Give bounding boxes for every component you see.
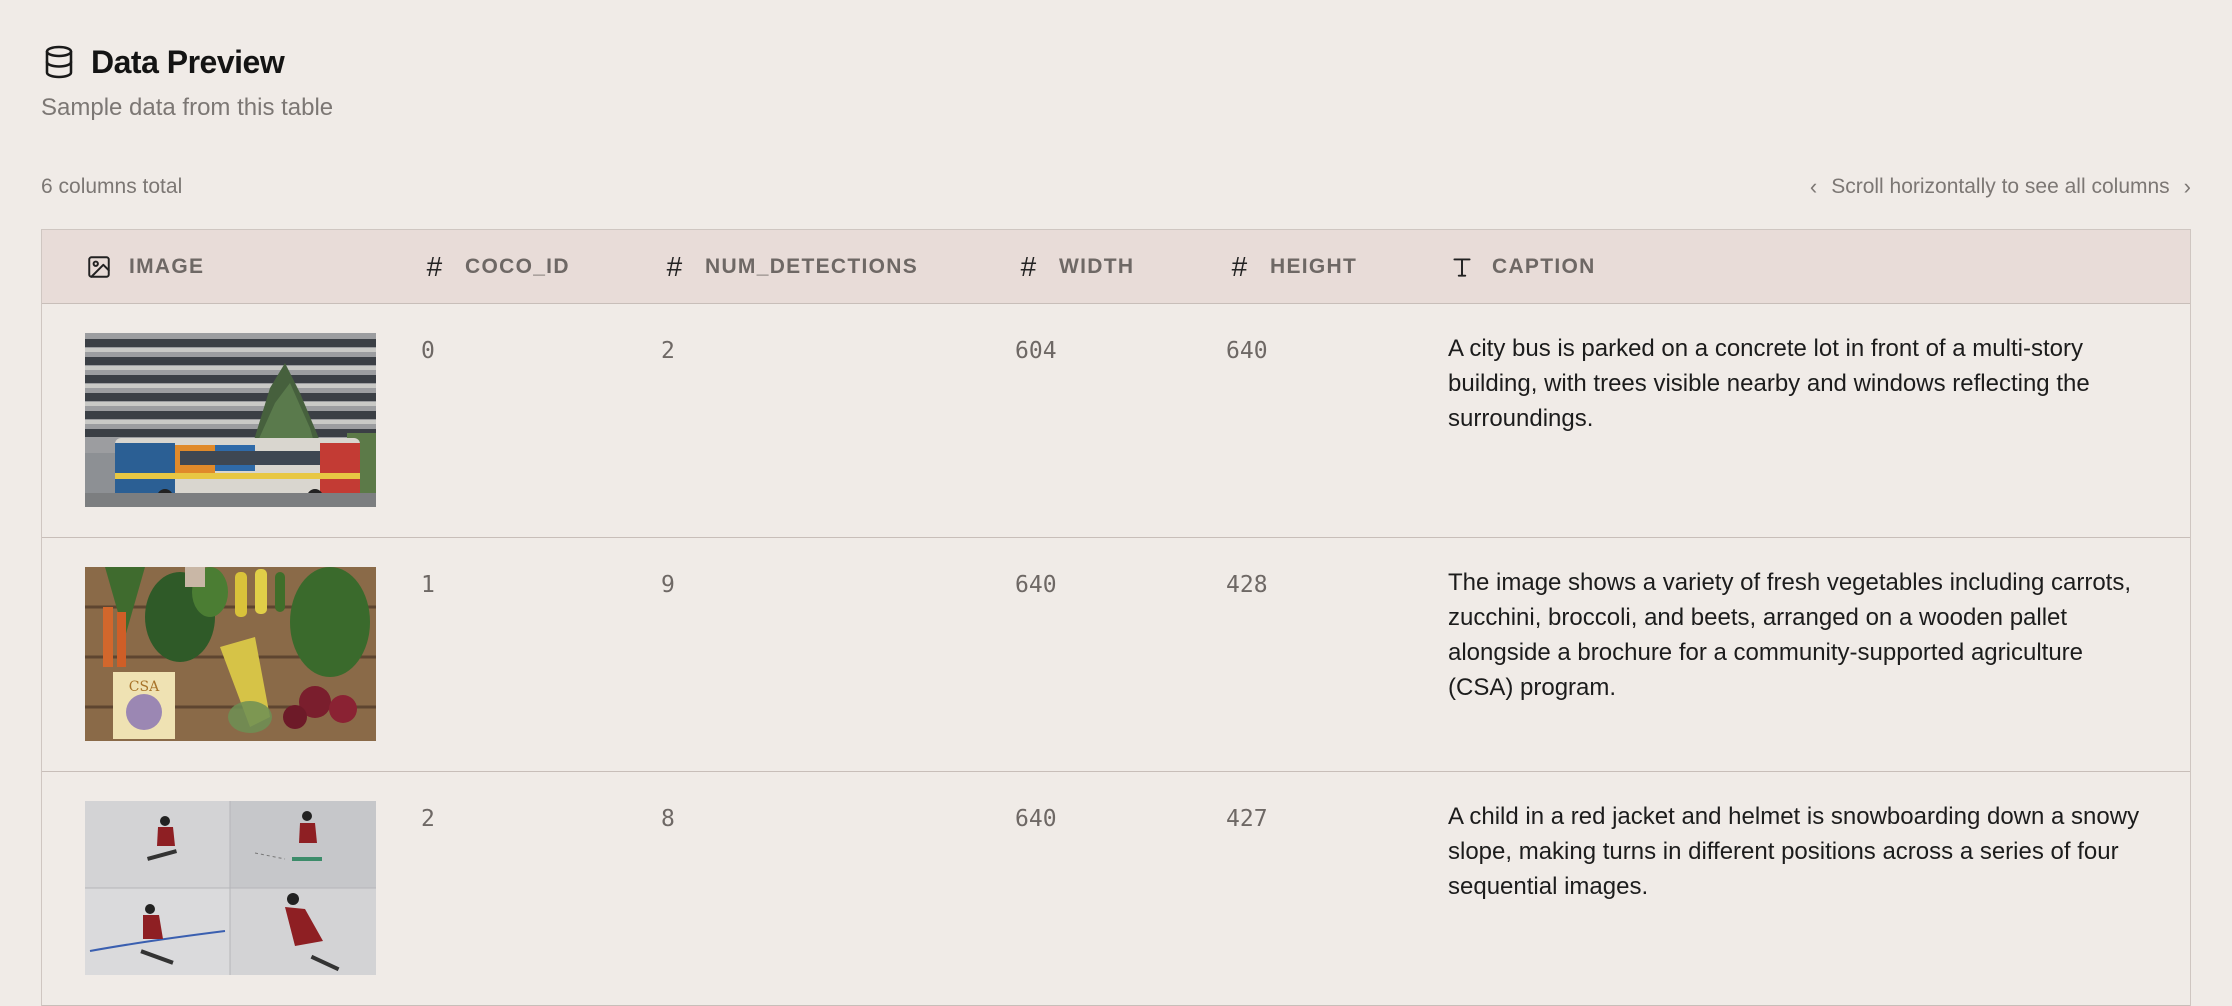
csa-brochure-text: CSA [129, 679, 160, 695]
coco-id-cell: 2 [421, 806, 435, 832]
column-label: WIDTH [1059, 254, 1135, 278]
coco-id-cell: 1 [421, 572, 435, 598]
text-icon [1448, 253, 1476, 281]
column-header-width[interactable]: # WIDTH [1015, 230, 1226, 303]
bus-thumbnail[interactable] [85, 333, 376, 507]
chevron-right-icon[interactable]: › [2184, 174, 2191, 200]
caption-cell: A city bus is parked on a concrete lot i… [1448, 335, 2090, 432]
title-row: Data Preview [41, 40, 333, 84]
page-subtitle: Sample data from this table [41, 94, 334, 121]
table-meta-row: 6 columns total ‹ Scroll horizontally to… [41, 170, 2191, 204]
width-cell: 640 [1015, 806, 1057, 832]
hash-icon: # [666, 250, 684, 282]
num-detections-cell: 8 [661, 806, 675, 832]
hash-icon: # [1020, 250, 1038, 282]
table-row[interactable]: CSA 1 9 640 428 The image shows a variet… [42, 538, 2190, 772]
vegetables-thumbnail[interactable]: CSA [85, 567, 376, 741]
table-row[interactable]: 2 8 640 427 A child in a red jacket and … [42, 772, 2190, 1006]
image-icon [85, 253, 113, 281]
height-cell: 428 [1226, 572, 1268, 598]
caption-cell: A child in a red jacket and helmet is sn… [1448, 803, 2140, 900]
height-cell: 427 [1226, 806, 1268, 832]
data-table: IMAGE # COCO_ID # NUM_DETECTIONS # WIDTH… [41, 229, 2191, 1006]
image-cell [42, 772, 421, 1005]
column-header-height[interactable]: # HEIGHT [1226, 230, 1448, 303]
width-cell: 640 [1015, 572, 1057, 598]
scroll-hint: ‹ Scroll horizontally to see all columns… [1810, 174, 2191, 200]
height-cell: 640 [1226, 338, 1268, 364]
width-cell: 604 [1015, 338, 1057, 364]
table-row[interactable]: 0 2 604 640 A city bus is parked on a co… [42, 304, 2190, 538]
chevron-left-icon[interactable]: ‹ [1810, 174, 1817, 200]
column-label: NUM_DETECTIONS [705, 254, 919, 278]
column-label: IMAGE [129, 254, 205, 278]
column-header-coco-id[interactable]: # COCO_ID [421, 230, 661, 303]
column-header-image[interactable]: IMAGE [42, 230, 421, 303]
hash-icon: # [426, 250, 444, 282]
columns-count: 6 columns total [41, 175, 183, 198]
column-header-caption[interactable]: CAPTION [1448, 230, 2190, 303]
num-detections-cell: 9 [661, 572, 675, 598]
coco-id-cell: 0 [421, 338, 435, 364]
column-header-num-detections[interactable]: # NUM_DETECTIONS [661, 230, 1015, 303]
num-detections-cell: 2 [661, 338, 675, 364]
data-preview-page: Data Preview Sample data from this table… [0, 0, 2232, 1006]
scroll-hint-text: Scroll horizontally to see all columns [1831, 175, 2170, 198]
column-label: CAPTION [1492, 254, 1596, 278]
column-label: COCO_ID [465, 254, 570, 278]
caption-cell: The image shows a variety of fresh veget… [1448, 569, 2132, 701]
image-cell [42, 304, 421, 537]
page-title: Data Preview [91, 43, 285, 80]
hash-icon: # [1231, 250, 1249, 282]
database-icon [45, 45, 73, 79]
image-cell: CSA [42, 538, 421, 771]
snowboarder-thumbnail[interactable] [85, 801, 376, 975]
column-label: HEIGHT [1270, 254, 1358, 278]
header: Data Preview Sample data from this table [41, 40, 333, 122]
table-header: IMAGE # COCO_ID # NUM_DETECTIONS # WIDTH… [42, 230, 2190, 304]
